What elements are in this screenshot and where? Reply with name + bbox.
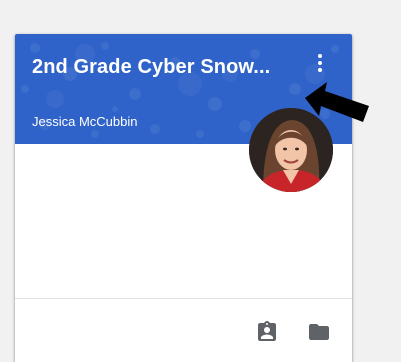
teacher-name: Jessica McCubbin <box>32 114 138 129</box>
more-vert-icon[interactable] <box>313 52 327 74</box>
class-card[interactable]: 2nd Grade Cyber Snow... Jessica McCubbin <box>15 34 369 362</box>
teacher-avatar <box>249 108 333 192</box>
card-divider <box>15 298 352 299</box>
class-title[interactable]: 2nd Grade Cyber Snow... <box>32 56 270 79</box>
folder-icon[interactable] <box>307 320 331 344</box>
assignment-ind-icon[interactable] <box>255 320 279 344</box>
